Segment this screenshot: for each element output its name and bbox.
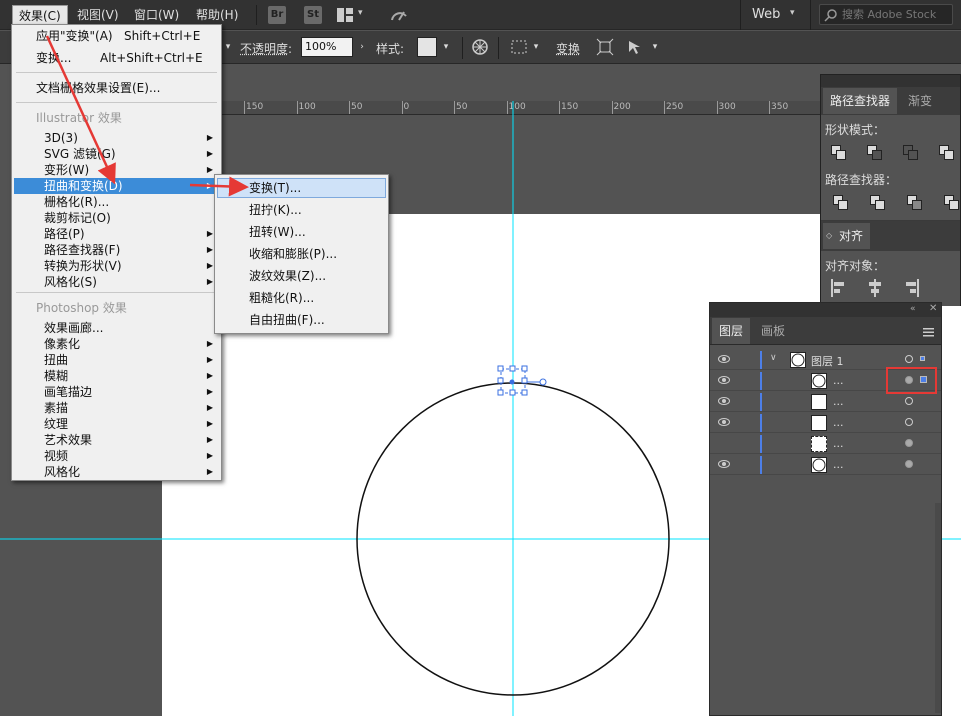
layer-color-bar — [760, 456, 762, 474]
sublayer-row[interactable]: ... — [710, 455, 941, 475]
align-body: 对齐对象： — [821, 251, 960, 306]
sublayer-name[interactable]: ... — [833, 437, 844, 450]
tab-layers[interactable]: 图层 — [712, 318, 751, 344]
sublayer-name[interactable]: ... — [833, 458, 844, 471]
sublayer-name[interactable]: ... — [833, 416, 844, 429]
layers-scrollbar[interactable] — [935, 503, 941, 713]
divide-icon[interactable] — [833, 195, 849, 211]
unite-icon[interactable] — [831, 145, 847, 161]
layer-color-bar — [760, 351, 762, 369]
sublayer-name[interactable]: ... — [833, 395, 844, 408]
arrow-annotation — [45, 35, 116, 185]
panel-menu-icon[interactable] — [923, 326, 934, 337]
path-thumbnail — [811, 415, 827, 431]
tab-gradient[interactable]: 渐变 — [901, 88, 939, 114]
target-icon[interactable] — [905, 439, 913, 447]
exclude-icon[interactable] — [939, 145, 955, 161]
selection-indicator[interactable] — [920, 356, 925, 361]
layers-tabbar: 图层 画板 — [710, 317, 941, 345]
layer-thumbnail — [790, 352, 806, 368]
pathfinders-label: 路径查找器： — [825, 173, 898, 187]
layer-color-bar — [760, 393, 762, 411]
pathfinder-body: 形状模式： 路径查找器： — [821, 115, 960, 220]
shape-modes-label: 形状模式： — [825, 123, 886, 137]
chevron-down-icon[interactable]: ∨ — [770, 353, 777, 363]
trim-icon[interactable] — [870, 195, 886, 211]
tab-artboards[interactable]: 画板 — [754, 318, 792, 344]
panel-header — [821, 75, 960, 87]
collapse-panel-icon[interactable]: « — [910, 304, 916, 314]
sublayer-row[interactable]: ... — [710, 434, 941, 454]
intersect-icon[interactable] — [903, 145, 919, 161]
panel-header: « ✕ — [710, 303, 941, 317]
path-thumbnail — [811, 373, 827, 389]
visibility-eye-icon[interactable] — [718, 376, 730, 384]
layer-color-bar — [760, 372, 762, 390]
align-tabbar: 对齐 ◇ — [821, 221, 960, 251]
visibility-eye-icon[interactable] — [718, 460, 730, 468]
arrow-annotation — [189, 176, 249, 197]
layer-name[interactable]: 图层 1 — [811, 353, 844, 369]
annotation-highlight-box — [886, 367, 937, 394]
close-icon[interactable]: ✕ — [929, 303, 937, 314]
align-left-icon[interactable] — [831, 279, 847, 297]
collapse-icon[interactable]: ◇ — [826, 231, 832, 240]
target-icon[interactable] — [905, 460, 913, 468]
visibility-eye-icon[interactable] — [718, 355, 730, 363]
crop-icon[interactable] — [944, 195, 960, 211]
panel-tabbar: 路径查找器 渐变 — [821, 87, 960, 115]
visibility-eye-icon[interactable] — [718, 397, 730, 405]
merge-icon[interactable] — [907, 195, 923, 211]
align-objects-label: 对齐对象： — [825, 259, 886, 273]
path-thumbnail — [811, 394, 827, 410]
tab-pathfinder[interactable]: 路径查找器 — [823, 88, 898, 114]
pathfinder-panel: 路径查找器 渐变 形状模式： 路径查找器： 对齐 ◇ 对齐对象： — [820, 74, 961, 306]
sublayer-name[interactable]: ... — [833, 374, 844, 387]
target-icon[interactable] — [905, 397, 913, 405]
minus-front-icon[interactable] — [867, 145, 883, 161]
align-right-icon[interactable] — [903, 279, 919, 297]
target-icon[interactable] — [905, 355, 913, 363]
layer-color-bar — [760, 414, 762, 432]
sublayer-row[interactable]: ... — [710, 392, 941, 412]
sublayer-row[interactable]: ... — [710, 413, 941, 433]
path-thumbnail — [811, 457, 827, 473]
visibility-eye-icon[interactable] — [718, 418, 730, 426]
target-icon[interactable] — [905, 418, 913, 426]
layers-panel: « ✕ 图层 画板 ∨ 图层 1 ... ... ... ... ... — [709, 302, 942, 716]
align-center-icon[interactable] — [867, 279, 883, 297]
layer-color-bar — [760, 435, 762, 453]
path-thumbnail — [811, 436, 827, 452]
